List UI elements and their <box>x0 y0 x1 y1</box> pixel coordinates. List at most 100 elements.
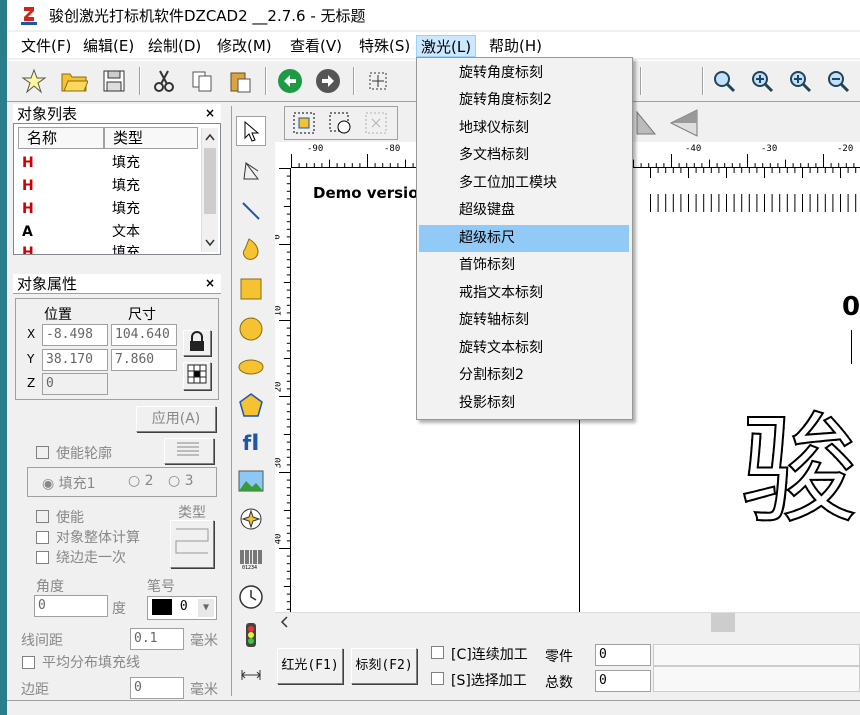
y-size-input[interactable]: 7.860 <box>111 349 177 371</box>
paste-clipboard-icon[interactable] <box>225 66 255 96</box>
y-position-input[interactable]: 38.170 <box>42 349 108 371</box>
open-folder-icon[interactable] <box>59 66 89 96</box>
rectangle-tool-icon[interactable] <box>236 274 266 304</box>
menu-item-multi-doc[interactable]: 多文档标刻 <box>419 142 629 169</box>
margin-input[interactable]: 0 <box>130 677 184 699</box>
pen-select[interactable]: 0 ▼ <box>147 596 217 620</box>
polygon-tool-icon[interactable] <box>236 390 266 420</box>
menu-item-rotate-angle[interactable]: 旋转角度标刻 <box>419 60 629 87</box>
input-port-icon[interactable] <box>236 620 266 650</box>
circle-tool-icon[interactable] <box>236 314 266 344</box>
object-list-close-icon[interactable]: × <box>205 106 215 120</box>
scroll-thumb[interactable] <box>711 613 735 633</box>
zoom-out-icon[interactable] <box>823 66 853 96</box>
fill2-radio[interactable]: ○ 2 <box>128 473 154 489</box>
menu-item-rotary-text[interactable]: 旋转文本标刻 <box>419 335 629 362</box>
menu-view[interactable]: 查看(V) <box>286 35 346 57</box>
select-mode-checkbox[interactable] <box>431 672 444 685</box>
undo-arrow-icon[interactable] <box>275 66 305 96</box>
ruler-top-label: -20 <box>837 144 854 154</box>
x-position-input[interactable]: -8.498 <box>42 324 108 346</box>
select-arrow-icon[interactable] <box>236 116 266 146</box>
ruler-top-label: -90 <box>307 144 324 154</box>
redo-arrow-icon[interactable] <box>313 66 343 96</box>
mirror-flip-icon[interactable] <box>633 106 703 140</box>
lock-ratio-button[interactable] <box>183 330 211 356</box>
angle-input[interactable]: 0 <box>34 595 108 617</box>
menu-item-split-mark-2[interactable]: 分割标刻2 <box>419 362 629 389</box>
image-tool-icon[interactable] <box>236 466 266 496</box>
ellipse-tool-icon[interactable] <box>236 352 266 382</box>
around-once-checkbox[interactable] <box>36 551 49 564</box>
list-item[interactable]: H 填充 <box>18 198 198 220</box>
menu-item-super-keyboard[interactable]: 超级键盘 <box>419 197 629 224</box>
list-item[interactable]: H 填充 <box>18 175 198 197</box>
red-light-button[interactable]: 红光(F1) <box>277 648 343 684</box>
node-edit-icon[interactable] <box>236 156 266 186</box>
fill3-radio[interactable]: ○ 3 <box>168 473 194 489</box>
whole-calc-checkbox[interactable] <box>36 531 49 544</box>
vector-file-icon[interactable] <box>236 504 266 534</box>
menu-item-projection-mark[interactable]: 投影标刻 <box>419 390 629 417</box>
ungroup-icon[interactable] <box>361 108 391 138</box>
menu-item-jewelry-mark[interactable]: 首饰标刻 <box>419 252 629 279</box>
copy-icon[interactable] <box>187 66 217 96</box>
outline-settings-button[interactable] <box>164 438 214 464</box>
menu-item-globe-mark[interactable]: 地球仪标刻 <box>419 115 629 142</box>
cut-scissors-icon[interactable] <box>149 66 179 96</box>
menu-item-rotary-axis[interactable]: 旋转轴标刻 <box>419 307 629 334</box>
new-file-icon[interactable] <box>19 66 49 96</box>
total-input[interactable]: 0 <box>595 670 651 692</box>
menu-item-super-ruler[interactable]: 超级标尺 <box>419 225 629 252</box>
menu-special[interactable]: 特殊(S) <box>355 35 414 57</box>
text-tool-icon[interactable]: fI <box>236 428 266 458</box>
menu-help[interactable]: 帮助(H) <box>485 35 546 57</box>
group-select-icon[interactable] <box>289 108 319 138</box>
canvas-scrollbar-h[interactable] <box>275 612 860 633</box>
apply-button[interactable]: 应用(A) <box>136 406 216 432</box>
x-size-input[interactable]: 104.640 <box>111 324 177 346</box>
menu-edit[interactable]: 编辑(E) <box>79 35 138 57</box>
column-header-type[interactable]: 类型 <box>104 127 198 149</box>
clock-tool-icon[interactable] <box>236 582 266 612</box>
object-list[interactable]: 名称 类型 H 填充 H 填充 H 填充 A 文本 H 填充 <box>13 123 221 255</box>
curve-tool-icon[interactable] <box>236 234 266 264</box>
line-tool-icon[interactable] <box>236 196 266 226</box>
barcode-tool-icon[interactable]: 01234 <box>236 544 266 574</box>
mark-button[interactable]: 标刻(F2) <box>351 648 417 684</box>
anchor-point-button[interactable] <box>183 362 211 390</box>
object-props-title: 对象属性 <box>13 274 221 294</box>
scroll-left-icon[interactable] <box>275 613 295 631</box>
fill1-radio[interactable]: ◉ 填充1 <box>42 473 96 493</box>
enable-outline-checkbox[interactable] <box>36 446 49 459</box>
zoom-icon[interactable] <box>709 66 739 96</box>
zoom-in-icon[interactable] <box>747 66 777 96</box>
delay-tool-icon[interactable] <box>236 660 266 690</box>
menu-file[interactable]: 文件(F) <box>17 35 75 57</box>
menu-modify[interactable]: 修改(M) <box>213 35 276 57</box>
menu-laser[interactable]: 激光(L) <box>416 35 477 57</box>
enable-fill-checkbox[interactable] <box>36 510 49 523</box>
zoom-plus-icon[interactable] <box>785 66 815 96</box>
save-disk-icon[interactable] <box>99 66 129 96</box>
parts-input[interactable]: 0 <box>595 644 651 666</box>
continuous-checkbox[interactable] <box>431 646 444 659</box>
fill-type-button[interactable] <box>170 520 214 568</box>
list-item[interactable]: H 填充 <box>18 152 198 174</box>
menu-item-rotate-angle-2[interactable]: 旋转角度标刻2 <box>419 87 629 114</box>
object-props-close-icon[interactable]: × <box>205 276 215 290</box>
select-node-icon[interactable] <box>363 66 393 96</box>
even-fill-checkbox[interactable] <box>22 656 35 669</box>
column-header-name[interactable]: 名称 <box>18 127 104 149</box>
chevron-down-icon[interactable]: ▼ <box>198 599 214 617</box>
rotate-select-icon[interactable] <box>325 108 355 138</box>
line-spacing-input[interactable]: 0.1 <box>130 628 184 650</box>
canvas-big-character[interactable]: 骏 <box>740 400 860 540</box>
list-item[interactable]: A 文本 <box>18 221 198 243</box>
menu-item-ring-text[interactable]: 戒指文本标刻 <box>419 280 629 307</box>
list-item[interactable]: H 填充 <box>18 242 198 254</box>
z-position-input[interactable]: 0 <box>42 373 108 395</box>
menu-draw[interactable]: 绘制(D) <box>144 35 205 57</box>
menu-item-multi-station[interactable]: 多工位加工模块 <box>419 170 629 197</box>
object-list-scrollbar[interactable] <box>201 128 218 252</box>
